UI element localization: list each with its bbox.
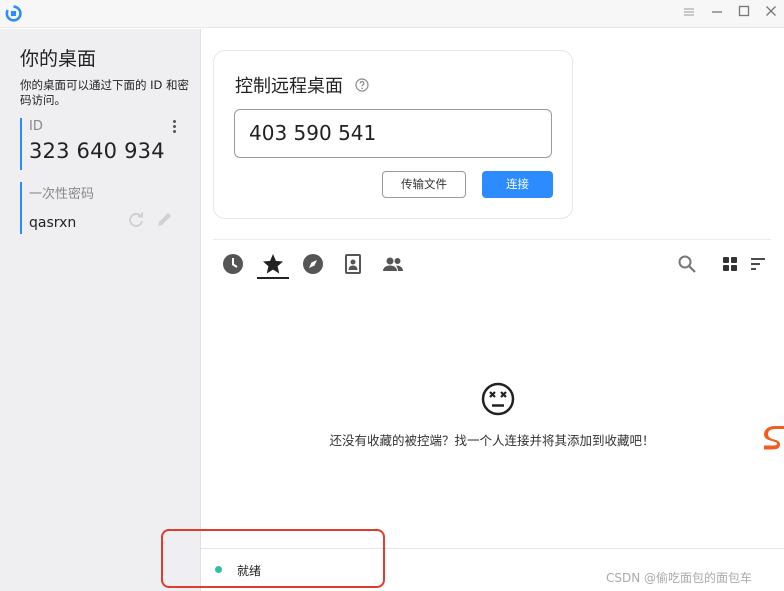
id-label: ID: [29, 119, 43, 134]
left-panel: 你的桌面 你的桌面可以通过下面的 ID 和密码访问。 ID 323 640 93…: [0, 29, 201, 591]
sort-icon[interactable]: [748, 254, 768, 274]
address-book-icon[interactable]: [341, 252, 365, 276]
title-bar: [0, 0, 784, 28]
connect-button[interactable]: 连接: [482, 171, 553, 198]
empty-favorites-message: 还没有收藏的被控端？找一个人连接并将其添加到收藏吧！: [329, 433, 655, 448]
highlight-annotation: [161, 529, 385, 588]
grid-view-icon[interactable]: [720, 254, 740, 274]
password-block: 一次性密码 qasrxn: [20, 182, 190, 234]
more-options-icon[interactable]: [168, 119, 180, 135]
close-icon[interactable]: [760, 4, 782, 24]
clock-icon[interactable]: [221, 252, 245, 276]
active-tab-indicator: [257, 277, 289, 279]
rustdesk-logo-icon: [5, 5, 22, 22]
watermark: CSDN @偷吃面包的面包车: [606, 571, 753, 585]
menu-icon[interactable]: [678, 4, 700, 24]
password-label: 一次性密码: [29, 187, 95, 202]
remote-id-input[interactable]: 403 590 541: [234, 109, 552, 158]
control-remote-card: 控制远程桌面 403 590 541 传输文件 连接: [213, 50, 573, 219]
your-desktop-description: 你的桌面可以通过下面的 ID 和密码访问。: [20, 78, 190, 107]
id-block: ID 323 640 934: [20, 118, 190, 170]
control-remote-title: 控制远程桌面: [235, 76, 343, 97]
help-icon[interactable]: [355, 78, 369, 92]
refresh-icon[interactable]: [126, 210, 146, 230]
group-icon[interactable]: [381, 252, 405, 276]
search-icon[interactable]: [677, 254, 697, 274]
your-desktop-title: 你的桌面: [20, 48, 97, 70]
sogou-ime-icon: [764, 426, 784, 450]
maximize-icon[interactable]: [733, 4, 755, 24]
compass-icon[interactable]: [301, 252, 325, 276]
transfer-file-button[interactable]: 传输文件: [382, 171, 466, 198]
dizzy-face-icon: [481, 382, 515, 416]
minimize-icon[interactable]: [706, 4, 728, 24]
edit-icon[interactable]: [155, 209, 175, 229]
star-icon[interactable]: [261, 252, 285, 276]
tabs-divider: [213, 239, 771, 240]
id-value[interactable]: 323 640 934: [29, 139, 190, 163]
